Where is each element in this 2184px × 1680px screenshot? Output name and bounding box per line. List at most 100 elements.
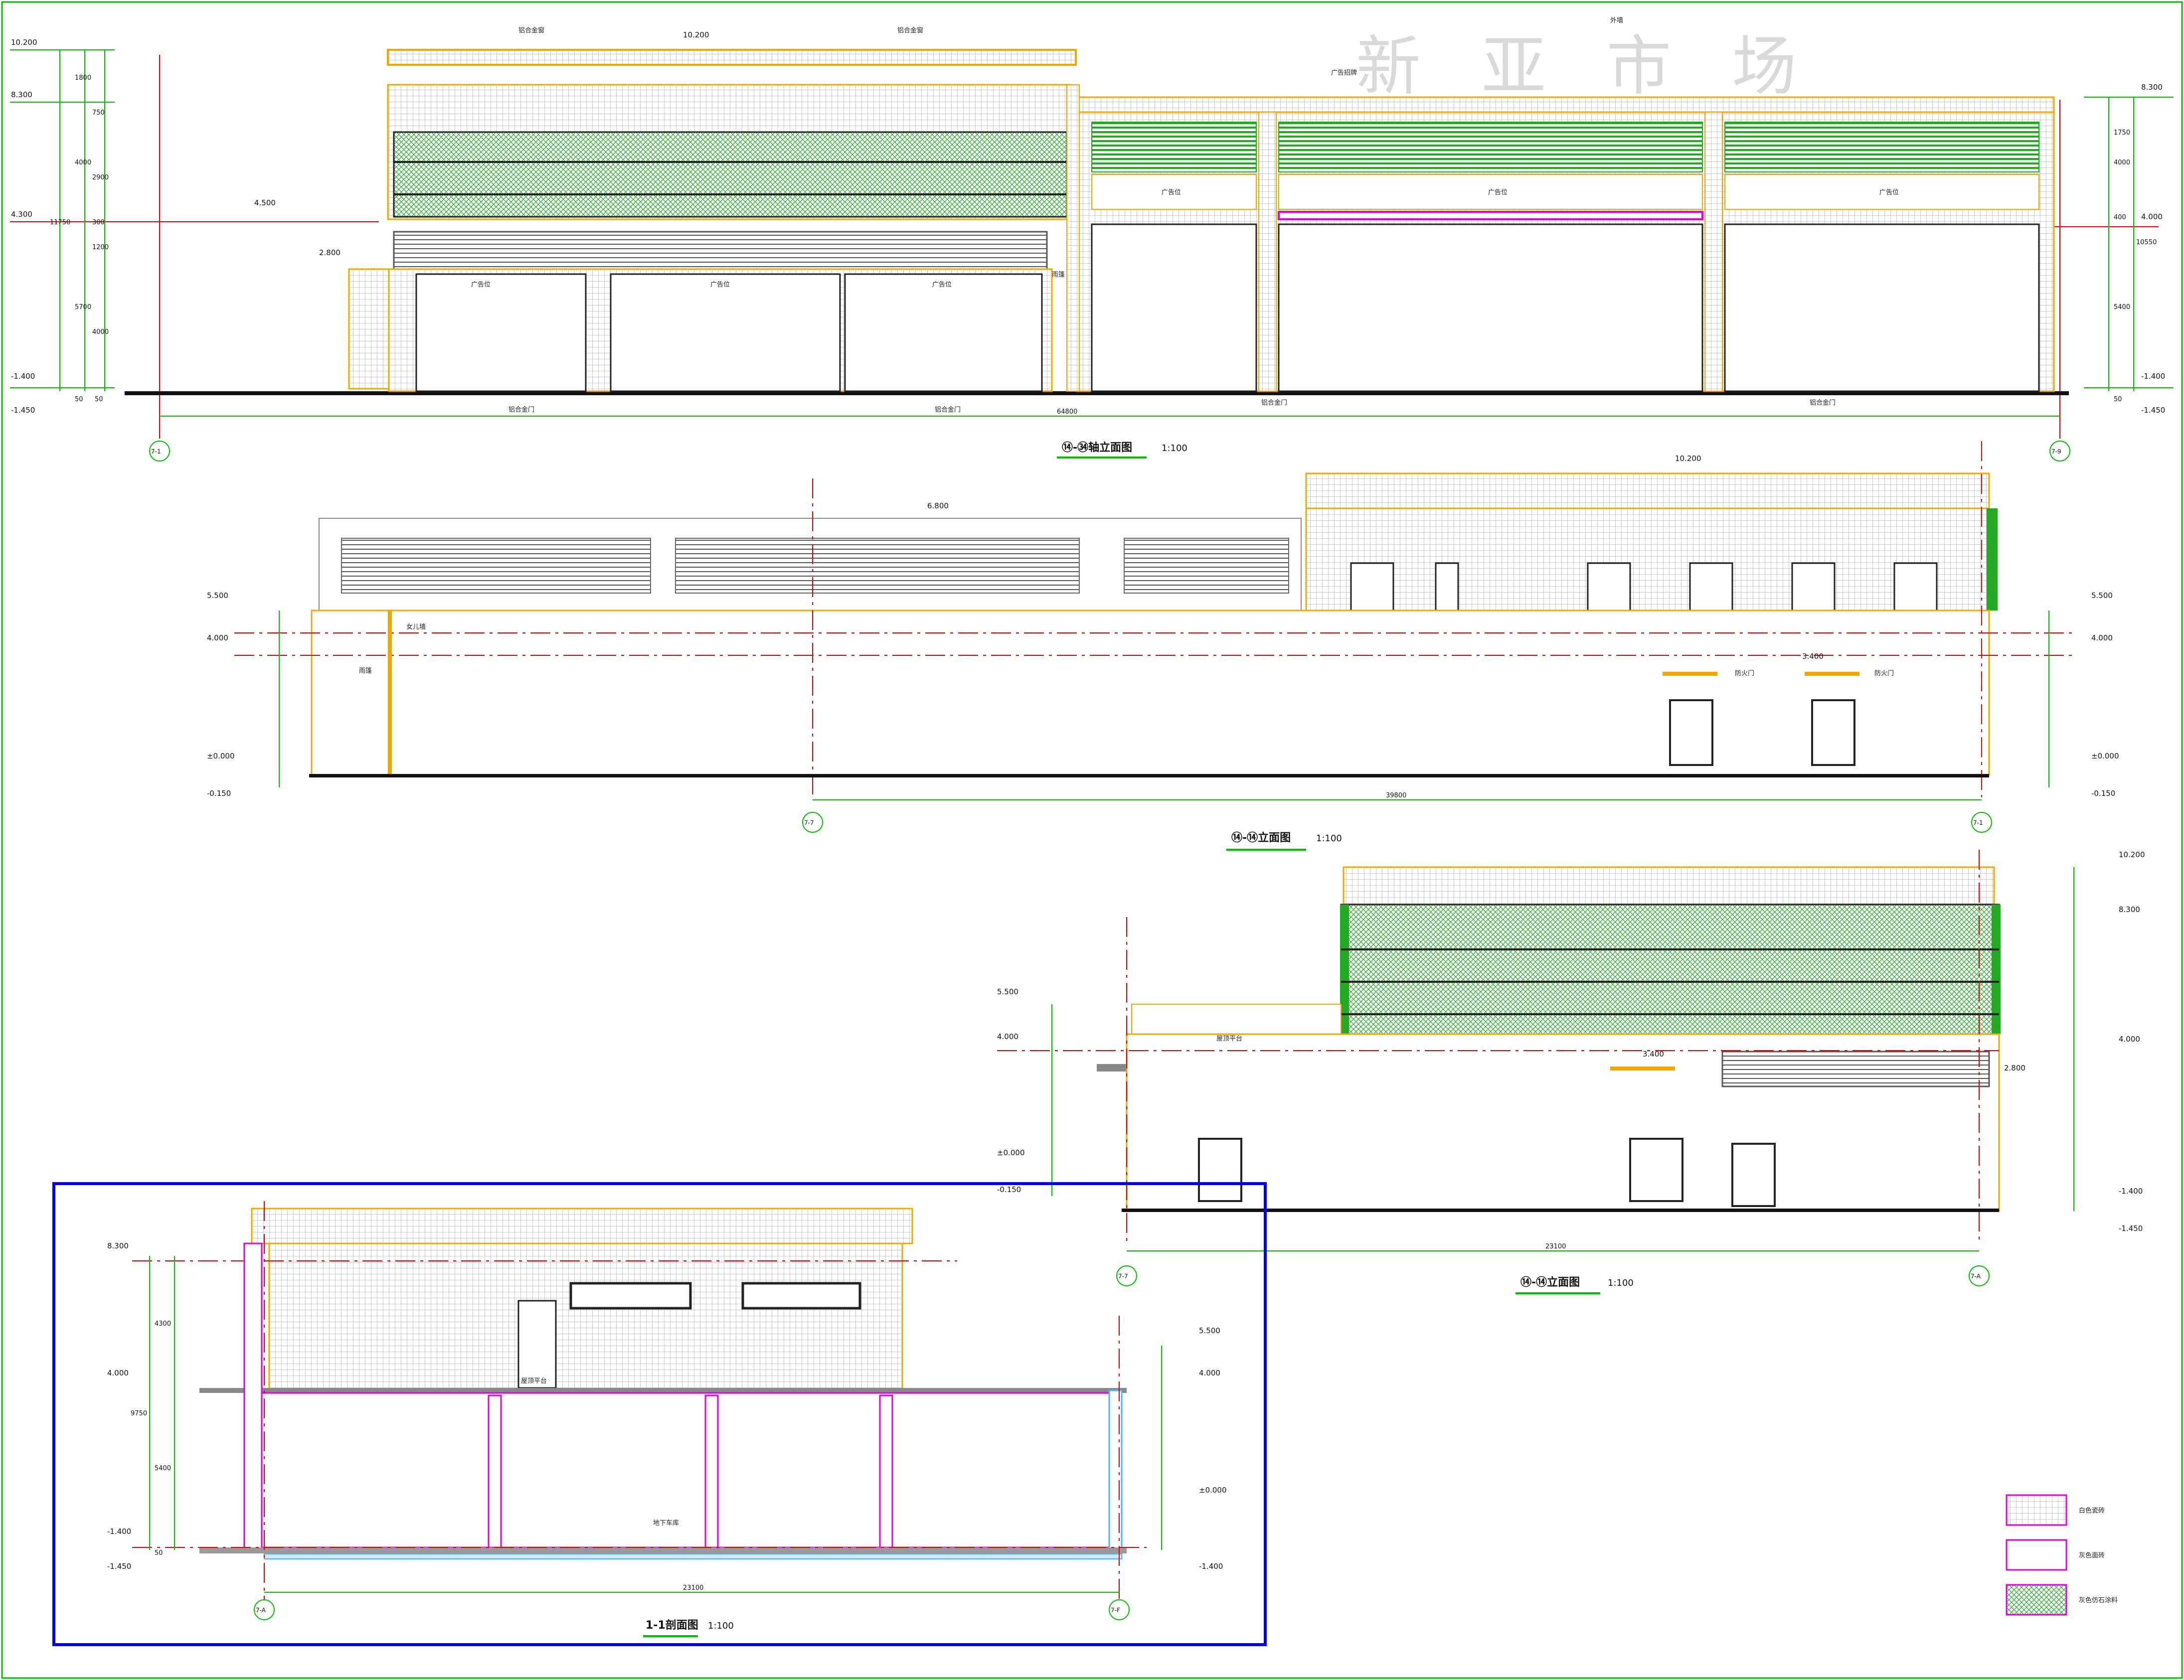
level-label: -1.400 — [107, 1527, 131, 1536]
level-label: 4.000 — [997, 1032, 1018, 1041]
level-label: -0.150 — [997, 1185, 1021, 1194]
s1-column — [704, 1394, 719, 1548]
level-label: 3.400 — [1802, 652, 1824, 661]
s1-retaining-wall-right — [1108, 1389, 1123, 1551]
level-label: -1.450 — [107, 1562, 131, 1571]
callout-note: 外墙 — [1610, 17, 1623, 24]
dim-text: 4000 — [92, 328, 109, 336]
callout-note: 雨篷 — [1052, 271, 1065, 279]
e2-louver-1 — [341, 538, 651, 594]
e2-canopy — [1805, 672, 1859, 676]
louver-band-1 — [1091, 122, 1257, 172]
dim-text: 5400 — [155, 1465, 171, 1472]
dim-text: 50 — [155, 1549, 163, 1557]
e2-high-block-parapet — [1305, 472, 1990, 509]
ground-line-e3 — [1122, 1209, 1999, 1212]
dim-text: 50 — [75, 396, 83, 403]
grid-label: 7-1 — [151, 448, 161, 455]
magenta-sign-strip — [1278, 211, 1703, 220]
brand-sign-text: 新 亚 市 场 — [1356, 28, 1817, 104]
left-block-glazing-band — [393, 131, 1068, 218]
left-block-parapet — [387, 49, 1077, 66]
pier-1 — [1258, 112, 1277, 392]
legend-swatch-white-tile — [2006, 1494, 2067, 1526]
shop-bay-2 — [610, 273, 841, 392]
dim-text: 9750 — [131, 1410, 147, 1417]
s1-stair-door — [517, 1300, 557, 1389]
dim-text: 50 — [95, 396, 103, 403]
legend-swatch-grey-tile — [2006, 1539, 2067, 1571]
dim-text: 5400 — [2114, 304, 2130, 311]
s1-retaining-wall-left — [243, 1242, 263, 1551]
dim-text: 4000 — [2114, 159, 2130, 166]
e2-green-edge — [1987, 508, 1998, 611]
level-label: 4.300 — [11, 210, 32, 219]
sign-label: 广告位 — [471, 281, 491, 289]
storefront-bay-1 — [1091, 223, 1257, 392]
sign-label: 广告位 — [710, 281, 730, 289]
drawing-scale: 1:100 — [708, 1621, 734, 1631]
level-label: 5.500 — [2091, 591, 2113, 600]
e3-door-1 — [1198, 1138, 1242, 1202]
legend-swatch-stone-paint — [2006, 1584, 2067, 1616]
level-label: -1.450 — [2141, 406, 2165, 415]
drawing-scale: 1:100 — [1316, 833, 1342, 844]
level-label: 4.000 — [207, 633, 228, 642]
dim-text: 300 — [92, 219, 105, 226]
level-label: 10.200 — [2119, 850, 2145, 859]
e3-door-3 — [1731, 1143, 1776, 1207]
level-label: -1.400 — [11, 372, 35, 381]
level-label: 8.300 — [2119, 905, 2140, 914]
s1-foundation — [264, 1553, 1122, 1559]
s1-parapet — [251, 1208, 913, 1244]
callout-note: 女儿墙 — [406, 623, 426, 631]
louver-band-2 — [1278, 122, 1703, 172]
level-label: 4.000 — [107, 1369, 129, 1377]
dim-text: 5700 — [75, 304, 91, 311]
legend-label: 灰色仿石涂料 — [2079, 1596, 2118, 1604]
sign-label: 广告位 — [932, 281, 952, 289]
level-label: 3.400 — [1643, 1050, 1664, 1059]
e3-canopy — [1721, 1051, 1990, 1087]
level-label: 5.500 — [207, 591, 228, 600]
level-label: 4.000 — [2119, 1035, 2140, 1044]
elevation-3: 5.500 4.000 ±0.000 -0.150 10.200 8.300 4… — [997, 850, 2145, 1294]
grid-label: 7-F — [1111, 1607, 1120, 1614]
louver-band-3 — [1724, 122, 2039, 172]
level-label: 4.500 — [254, 198, 276, 207]
level-label: -1.400 — [1199, 1562, 1223, 1571]
overall-dim-text: 39800 — [1386, 792, 1406, 799]
level-label: -0.150 — [207, 789, 231, 798]
level-label: 10.200 — [1675, 454, 1701, 463]
grid-label: 7-9 — [2051, 448, 2061, 455]
level-label: -1.450 — [2119, 1224, 2143, 1233]
level-label: -1.400 — [2119, 1187, 2143, 1196]
pier-2 — [1704, 112, 1723, 392]
e2-ground-storey — [311, 610, 1990, 776]
e3-canopy — [1610, 1067, 1675, 1070]
sign-label: 广告位 — [1879, 189, 1899, 196]
dim-text: 4000 — [75, 159, 91, 166]
callout-note: 铝合金门 — [508, 406, 534, 414]
drawing-title: 1-1剖面图 — [646, 1619, 698, 1632]
callout-note: 铝合金门 — [935, 406, 961, 414]
overall-dim-text: 23100 — [683, 1584, 703, 1592]
s1-clerestory-2 — [741, 1282, 861, 1310]
callout-note: 屋顶平台 — [1216, 1035, 1242, 1043]
level-label: -1.400 — [2141, 372, 2165, 381]
shop-bay-1 — [415, 273, 587, 392]
callout-note: 铝合金窗 — [518, 26, 544, 34]
grid-label: 7-A — [256, 1607, 266, 1614]
dim-text: 1200 — [92, 244, 109, 251]
storefront-bay-2 — [1278, 223, 1703, 392]
level-label: -1.450 — [11, 406, 35, 415]
level-label: -0.150 — [2091, 789, 2115, 798]
e2-high-block-facade — [1305, 507, 1990, 611]
material-legend: 白色瓷砖 灰色面砖 灰色仿石涂料 — [2006, 1494, 2118, 1616]
s1-clerestory-1 — [569, 1282, 692, 1310]
left-block-canopy — [393, 231, 1048, 270]
s1-column — [488, 1394, 502, 1548]
level-label: 4.000 — [2091, 633, 2113, 642]
dim-text: 400 — [2114, 214, 2126, 221]
s1-column — [879, 1394, 893, 1548]
